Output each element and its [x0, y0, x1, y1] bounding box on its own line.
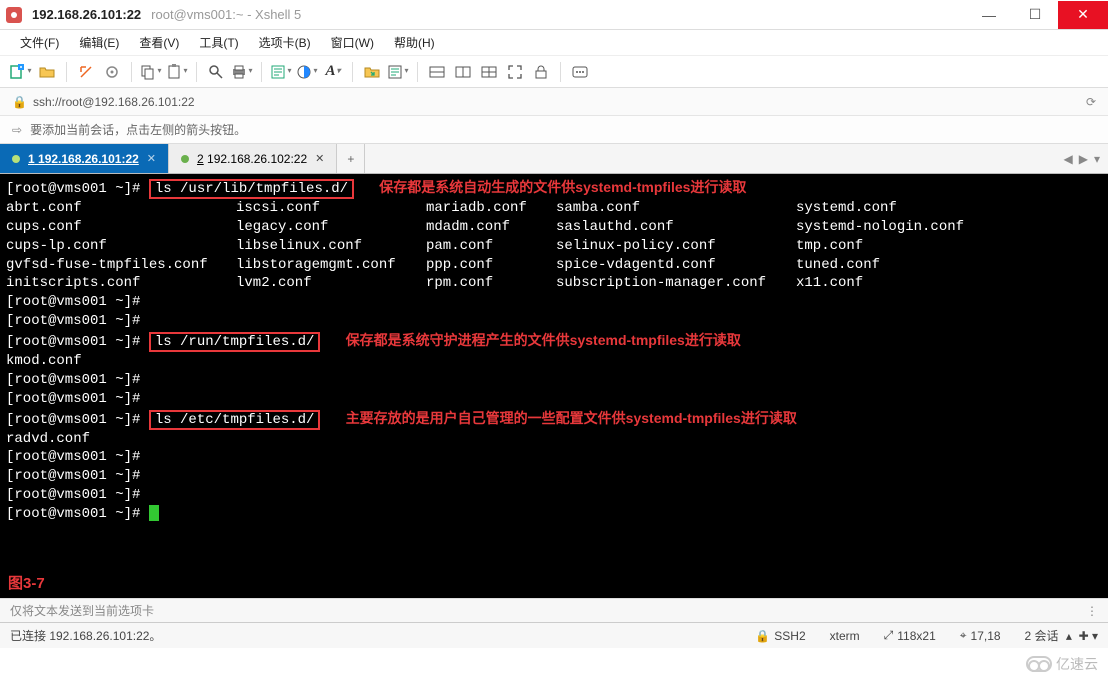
- address-url[interactable]: ssh://root@192.168.26.101:22: [33, 95, 195, 109]
- separator: [560, 62, 561, 82]
- prompt: [root@vms001 ~]#: [6, 412, 140, 428]
- tab-prev-icon[interactable]: ◀: [1064, 152, 1073, 166]
- tab-2-label: 2 192.168.26.102:22: [197, 152, 307, 166]
- terminal[interactable]: [root@vms001 ~]# ls /usr/lib/tmpfiles.d/…: [0, 174, 1108, 598]
- ls-output-2: kmod.conf: [6, 352, 1102, 371]
- menu-edit[interactable]: 编辑(E): [73, 32, 125, 53]
- new-session-icon[interactable]: [10, 61, 32, 83]
- window-title-sub: root@vms001:~ - Xshell 5: [151, 7, 301, 22]
- address-bar: 🔒 ssh://root@192.168.26.101:22 ⟳: [0, 88, 1108, 116]
- send-bar-dropdown-icon[interactable]: ⋮: [1086, 604, 1098, 618]
- separator: [131, 62, 132, 82]
- status-sessions: 2 会话 ▴ ✚ ▾: [1025, 627, 1098, 644]
- script-icon[interactable]: [387, 61, 409, 83]
- separator: [196, 62, 197, 82]
- menu-tools[interactable]: 工具(T): [193, 32, 244, 53]
- watermark-text: 亿速云: [1056, 654, 1098, 674]
- open-session-icon[interactable]: [36, 61, 58, 83]
- tab-close-icon[interactable]: ✕: [147, 152, 156, 165]
- close-button[interactable]: ✕: [1058, 1, 1108, 29]
- prompt: [root@vms001 ~]#: [6, 181, 140, 197]
- tab-close-icon[interactable]: ✕: [315, 152, 324, 165]
- menu-bar: 文件(F) 编辑(E) 查看(V) 工具(T) 选项卡(B) 窗口(W) 帮助(…: [0, 30, 1108, 56]
- font-icon[interactable]: A: [322, 61, 344, 83]
- tab-menu-icon[interactable]: ▾: [1094, 152, 1100, 166]
- status-size: ⤢ 118x21: [884, 628, 936, 643]
- status-cursor: ⌖ 17,18: [960, 628, 1001, 643]
- layout-vertical-icon[interactable]: [452, 61, 474, 83]
- status-connection: 已连接 192.168.26.101:22。: [10, 627, 161, 644]
- fullscreen-icon[interactable]: [504, 61, 526, 83]
- status-term: xterm: [830, 629, 860, 643]
- ls-output-1: abrt.confiscsi.confmariadb.confsamba.con…: [6, 199, 1102, 293]
- tab-add-button[interactable]: +: [337, 144, 365, 173]
- menu-file[interactable]: 文件(F): [14, 32, 65, 53]
- refresh-icon[interactable]: ⟳: [1086, 95, 1096, 109]
- status-dot-icon: [181, 155, 189, 163]
- window-title-main: 192.168.26.101:22: [32, 7, 141, 22]
- transfer-icon[interactable]: [361, 61, 383, 83]
- maximize-button[interactable]: ☐: [1012, 1, 1058, 29]
- separator: [66, 62, 67, 82]
- arrow-icon[interactable]: ⇨: [12, 123, 22, 137]
- cursor: [149, 505, 159, 521]
- copy-icon[interactable]: [140, 61, 162, 83]
- annotation-2: 保存都是系统守护进程产生的文件供systemd-tmpfiles进行读取: [346, 332, 741, 348]
- annotation-3: 主要存放的是用户自己管理的一些配置文件供systemd-tmpfiles进行读取: [346, 410, 797, 426]
- tab-2[interactable]: 2 192.168.26.102:22 ✕: [169, 144, 337, 173]
- tab-nav: ◀ ▶ ▾: [1056, 144, 1108, 173]
- separator: [417, 62, 418, 82]
- menu-help[interactable]: 帮助(H): [388, 32, 441, 53]
- annotation-1: 保存都是系统自动生成的文件供systemd-tmpfiles进行读取: [379, 179, 746, 195]
- disconnect-icon[interactable]: [101, 61, 123, 83]
- menu-view[interactable]: 查看(V): [133, 32, 185, 53]
- layout-horizontal-icon[interactable]: [426, 61, 448, 83]
- prompt: [root@vms001 ~]#: [6, 334, 140, 350]
- properties-icon[interactable]: [270, 61, 292, 83]
- paste-icon[interactable]: [166, 61, 188, 83]
- status-protocol: 🔒 SSH2: [755, 629, 805, 643]
- watermark-icon: [1026, 656, 1052, 672]
- reconnect-icon[interactable]: [75, 61, 97, 83]
- find-icon[interactable]: [205, 61, 227, 83]
- command-3: ls /etc/tmpfiles.d/: [149, 410, 321, 430]
- info-hint: 要添加当前会话，点击左侧的箭头按钮。: [30, 121, 246, 138]
- command-2: ls /run/tmpfiles.d/: [149, 332, 321, 352]
- layout-grid-icon[interactable]: [478, 61, 500, 83]
- command-1: ls /usr/lib/tmpfiles.d/: [149, 179, 354, 199]
- window-controls: — ☐ ✕: [966, 1, 1108, 29]
- separator: [261, 62, 262, 82]
- broadcast-icon[interactable]: [569, 61, 591, 83]
- lock-small-icon: 🔒: [12, 95, 27, 109]
- toolbar: A: [0, 56, 1108, 88]
- menu-window[interactable]: 窗口(W): [325, 32, 380, 53]
- menu-tabs[interactable]: 选项卡(B): [253, 32, 317, 53]
- color-scheme-icon[interactable]: [296, 61, 318, 83]
- separator: [352, 62, 353, 82]
- send-bar-label: 仅将文本发送到当前选项卡: [10, 602, 154, 619]
- app-icon: [6, 7, 22, 23]
- lock-icon[interactable]: [530, 61, 552, 83]
- tab-bar: 1 192.168.26.101:22 ✕ 2 192.168.26.102:2…: [0, 144, 1108, 174]
- tab-next-icon[interactable]: ▶: [1079, 152, 1088, 166]
- status-bar: 已连接 192.168.26.101:22。 🔒 SSH2 xterm ⤢ 11…: [0, 622, 1108, 648]
- tab-1-label: 1 192.168.26.101:22: [28, 152, 139, 166]
- print-icon[interactable]: [231, 61, 253, 83]
- figure-label: 图3-7: [8, 574, 45, 594]
- minimize-button[interactable]: —: [966, 1, 1012, 29]
- tab-1[interactable]: 1 192.168.26.101:22 ✕: [0, 144, 169, 173]
- status-dot-icon: [12, 155, 20, 163]
- info-bar: ⇨ 要添加当前会话，点击左侧的箭头按钮。: [0, 116, 1108, 144]
- ls-output-3: radvd.conf: [6, 430, 1102, 449]
- send-bar[interactable]: 仅将文本发送到当前选项卡 ⋮: [0, 598, 1108, 622]
- title-bar: 192.168.26.101:22 root@vms001:~ - Xshell…: [0, 0, 1108, 30]
- watermark: 亿速云: [1026, 654, 1098, 674]
